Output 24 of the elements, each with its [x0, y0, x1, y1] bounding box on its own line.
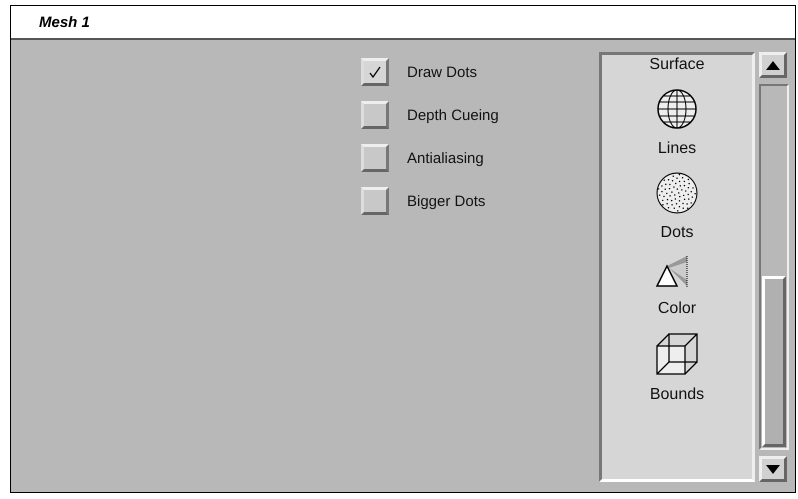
wireframe-sphere-icon[interactable] — [656, 88, 698, 130]
checkbox-label: Draw Dots — [407, 64, 478, 80]
checkbox[interactable] — [361, 101, 389, 129]
checkbox[interactable] — [361, 58, 389, 86]
checkmark-icon — [369, 66, 381, 78]
scrollbar-thumb[interactable] — [762, 276, 786, 447]
up-arrow-icon — [766, 60, 780, 70]
checkbox[interactable] — [361, 187, 389, 215]
render-mode-label[interactable]: Color — [658, 300, 696, 318]
scroll-up-button[interactable] — [759, 52, 787, 78]
render-mode-label[interactable]: Dots — [660, 224, 694, 242]
down-arrow-icon — [766, 464, 780, 474]
scrollbar-track[interactable] — [759, 84, 789, 450]
render-mode-label[interactable]: Lines — [658, 140, 696, 158]
checkbox[interactable] — [361, 144, 389, 172]
checkbox-label: Antialiasing — [407, 150, 484, 166]
dotted-sphere-icon[interactable] — [656, 172, 698, 214]
checkbox-label: Bigger Dots — [407, 192, 486, 210]
checkbox-label: Depth Cueing — [407, 106, 499, 124]
render-mode-label[interactable]: Surface — [649, 56, 705, 74]
scroll-down-button[interactable] — [759, 456, 787, 482]
window-title: Mesh 1 — [39, 14, 90, 30]
render-mode-label[interactable]: Bounds — [650, 386, 704, 404]
cube-icon[interactable] — [654, 332, 699, 376]
